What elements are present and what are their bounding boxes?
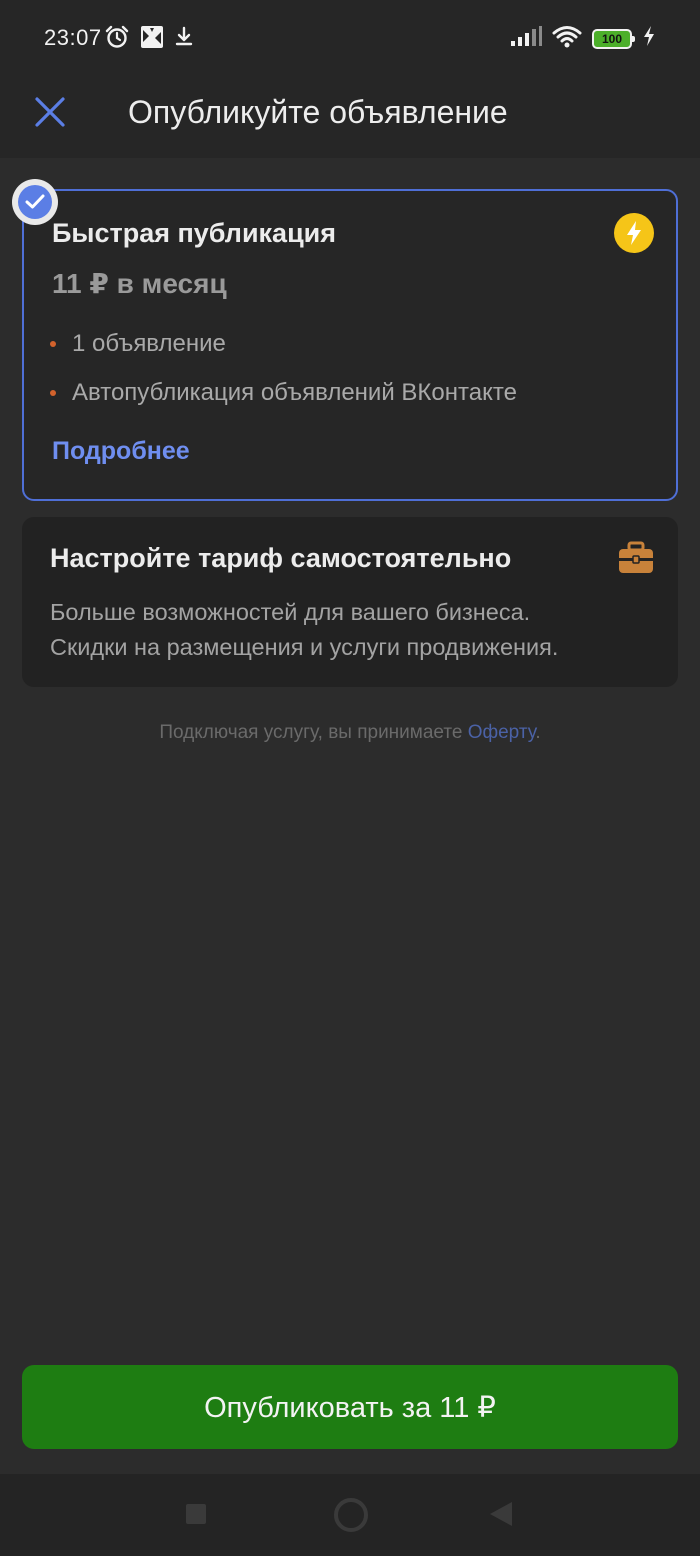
feature-text: Автопубликация объявлений ВКонтакте xyxy=(72,379,517,406)
briefcase-icon xyxy=(619,541,653,573)
publish-button[interactable]: Опубликовать за 11 ₽ xyxy=(22,1365,678,1449)
back-icon[interactable] xyxy=(490,1502,512,1526)
bullet-dot-icon xyxy=(50,390,56,396)
plan-card-fast[interactable]: Быстрая публикация 11 ₽ в месяц 1 объявл… xyxy=(12,179,678,501)
wifi-icon xyxy=(552,24,582,53)
page-title: Опубликуйте объявление xyxy=(128,94,508,130)
status-icons-right: 100 xyxy=(510,24,656,53)
system-nav-bar xyxy=(0,1474,700,1556)
signal-icon xyxy=(510,25,542,52)
battery-level: 100 xyxy=(601,31,623,46)
feature-item: Автопубликация объявлений ВКонтакте xyxy=(50,376,517,410)
more-details-link[interactable]: Подробнее xyxy=(52,437,190,466)
battery-icon: 100 xyxy=(592,28,635,49)
plan-title: Настройте тариф самостоятельно xyxy=(50,543,512,573)
plan-title: Быстрая публикация xyxy=(52,218,337,248)
header: Опубликуйте объявление xyxy=(0,78,700,158)
offer-link[interactable]: Оферту xyxy=(468,722,536,743)
lightning-icon xyxy=(614,213,654,253)
close-button[interactable] xyxy=(30,92,70,132)
status-icons-left xyxy=(104,24,194,55)
gallery-icon xyxy=(140,25,164,54)
status-time: 23:07 xyxy=(44,25,102,50)
plan-card-custom[interactable]: Настройте тариф самостоятельно Больше во… xyxy=(22,517,678,687)
offer-suffix: . xyxy=(535,722,541,743)
close-icon xyxy=(35,97,65,127)
plan-description-line: Скидки на размещения и услуги продвижени… xyxy=(50,634,559,660)
plan-description: Больше возможностей для вашего бизнеса. … xyxy=(50,595,650,665)
bullet-dot-icon xyxy=(50,341,56,347)
charging-icon xyxy=(642,25,656,52)
plan-price: 11 ₽ в месяц xyxy=(52,268,227,299)
plan-description-line: Больше возможностей для вашего бизнеса. xyxy=(50,599,531,625)
recent-apps-icon[interactable] xyxy=(186,1504,206,1524)
feature-item: 1 объявление xyxy=(50,327,517,361)
screen: 23:07 100 Опубликуйте объявление Быстрая… xyxy=(0,0,700,1556)
feature-text: 1 объявление xyxy=(72,330,226,357)
offer-text: Подключая услугу, вы принимаете xyxy=(159,722,468,743)
status-bar: 23:07 100 xyxy=(0,0,700,78)
home-icon[interactable] xyxy=(334,1498,368,1532)
check-icon xyxy=(18,185,52,219)
plan-features: 1 объявление Автопубликация объявлений В… xyxy=(50,327,517,425)
offer-notice: Подключая услугу, вы принимаете Оферту. xyxy=(0,722,700,744)
download-icon xyxy=(174,26,194,53)
alarm-icon xyxy=(104,24,130,55)
